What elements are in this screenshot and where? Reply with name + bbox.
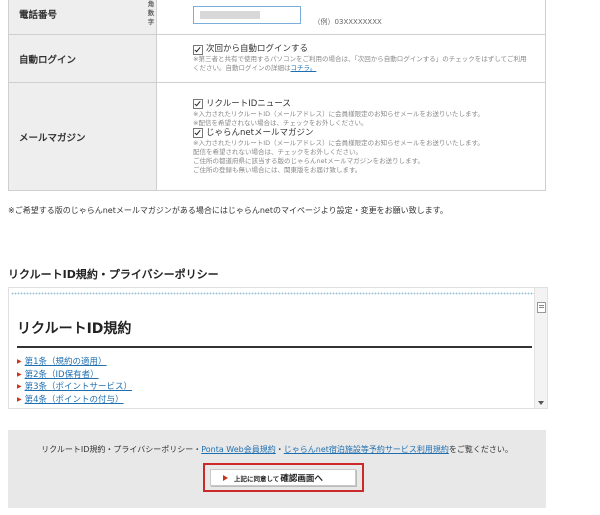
phone-number-input[interactable]: [193, 5, 301, 24]
auto-login-details-link[interactable]: コチラ。: [291, 64, 317, 72]
auto-login-checkbox[interactable]: [193, 44, 203, 55]
scroll-down-arrow-icon[interactable]: [538, 401, 544, 405]
phone-label-cell: 電話番号 半角 数字: [8, 0, 157, 35]
terms-scroll-box[interactable]: リクルートID規約 ▶ 第1条（規約の適用） ▶ 第2条（ID保有者） ▶ 第3条（ポ…: [8, 287, 548, 409]
auto-login-row: 自動ログイン 次回から自動ログインする ※第三者と共有で使用するパソコンをご利用…: [8, 34, 546, 83]
play-arrow-icon: [223, 474, 228, 481]
mail-magazine-row: メールマガジン リクルートIDニュース ※入力されたリクルートID（メールアドレ…: [8, 82, 546, 191]
phone-input-format-hint: 半角 数字: [147, 0, 155, 26]
jalan-magazine-checkbox[interactable]: [193, 128, 203, 138]
masked-phone-value: [200, 10, 260, 19]
terms-link-article-2[interactable]: ▶ 第2条（ID保有者）: [17, 369, 532, 382]
jalan-magazine-note: ※入力されたリクルートID（メールアドレス）に会員様限定のお知らせメールをお送り…: [193, 138, 484, 174]
terms-link-article-4[interactable]: ▶ 第4条（ポイントの付与）: [17, 394, 532, 407]
terms-link-article-3[interactable]: ▶ 第3条（ポイントサービス）: [17, 381, 532, 394]
auto-login-checkbox-label: 次回から自動ログインする: [206, 44, 309, 54]
bullet-arrow-icon: ▶: [17, 370, 22, 378]
bullet-arrow-icon: ▶: [17, 358, 22, 365]
bullet-arrow-icon: ▶: [17, 395, 22, 403]
agreement-area: リクルートID規約・プライバシーポリシー・Ponta Web会員規約・じゃらんn…: [8, 430, 546, 508]
auto-login-label: 自動ログイン: [8, 34, 157, 83]
recruit-news-label: リクルートIDニュース: [206, 98, 291, 109]
recruit-news-option[interactable]: リクルートIDニュース: [193, 99, 535, 110]
jalan-magazine-option[interactable]: じゃらんnetメールマガジン: [193, 128, 535, 139]
highlight-frame: 上記に同意して 確認画面へ: [203, 463, 364, 492]
section-title: リクルートID規約・プライバシーポリシー: [8, 268, 219, 281]
phone-label: 電話番号: [19, 9, 58, 21]
agreement-text: リクルートID規約・プライバシーポリシー・Ponta Web会員規約・じゃらんn…: [41, 445, 513, 454]
recruit-news-checkbox[interactable]: [193, 99, 203, 109]
mail-magazine-label: メールマガジン: [8, 82, 157, 191]
registration-form-table: 電話番号 半角 数字 （例）03XXXXXXXX 自動ログイン 次回から自動ログ…: [8, 0, 546, 191]
scrollbar-thumb[interactable]: [537, 302, 546, 313]
terms-content: リクルートID規約 ▶ 第1条（規約の適用） ▶ 第2条（ID保有者） ▶ 第3条（ポ…: [17, 302, 532, 406]
jalan-magazine-label: じゃらんnetメールマガジン: [206, 127, 314, 138]
auto-login-note: ※第三者と共有で使用するパソコンをご利用の場合は、「次回から自動ログインする」の…: [193, 55, 527, 72]
magazine-footnote: ※ご希望する版のじゃらんnetメールマガジンがある場合にはじゃらんnetのマイペ…: [8, 206, 448, 215]
auto-login-cell: 次回から自動ログインする ※第三者と共有で使用するパソコンをご利用の場合は、「次…: [156, 34, 546, 83]
auto-login-option[interactable]: 次回から自動ログインする: [193, 44, 535, 55]
terms-heading: リクルートID規約: [17, 302, 532, 348]
phone-example: （例）03XXXXXXXX: [313, 17, 382, 26]
mail-magazine-cell: リクルートIDニュース ※入力されたリクルートID（メールアドレス）に会員様限定…: [156, 82, 546, 191]
phone-value-cell: （例）03XXXXXXXX: [156, 0, 546, 35]
jalan-terms-link[interactable]: じゃらんnet宿泊施設等予約サービス利用規約: [284, 445, 449, 454]
dotted-divider: [11, 292, 545, 295]
agree-and-confirm-button[interactable]: 上記に同意して 確認画面へ: [210, 469, 356, 486]
phone-row: 電話番号 半角 数字 （例）03XXXXXXXX: [8, 0, 546, 35]
ponta-terms-link[interactable]: Ponta Web会員規約: [201, 445, 276, 454]
recruit-news-note: ※入力されたリクルートID（メールアドレス）に会員様限定のお知らせメールをお送り…: [193, 109, 484, 127]
bullet-arrow-icon: ▶: [17, 383, 22, 390]
terms-scrollbar[interactable]: [534, 288, 547, 408]
terms-link-article-1[interactable]: ▶ 第1条（規約の適用）: [17, 356, 532, 369]
